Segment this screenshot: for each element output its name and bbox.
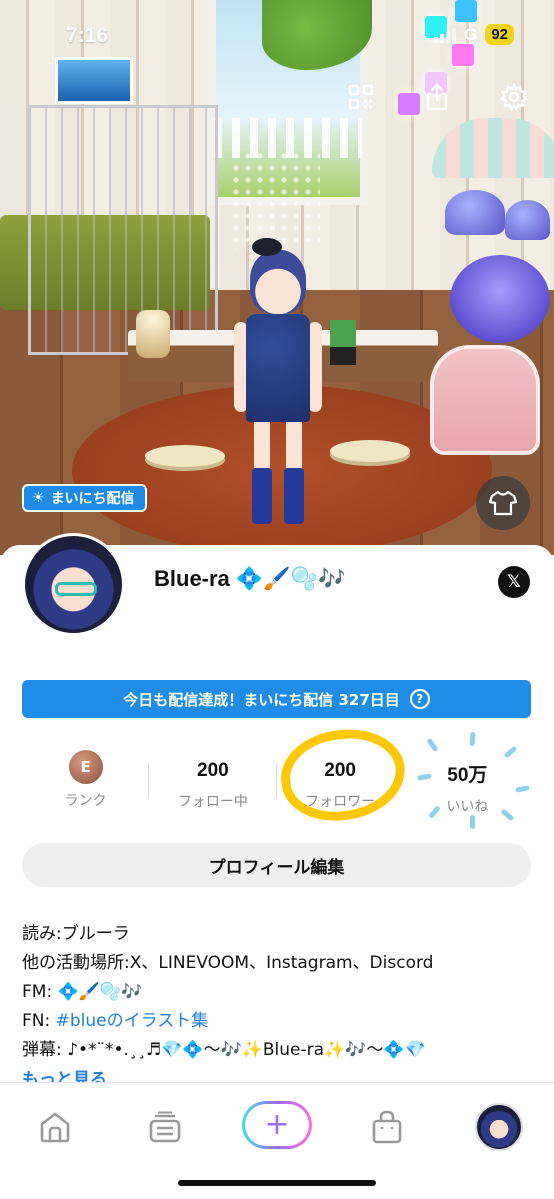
hashtag-link[interactable]: #blueのイラスト集	[56, 1011, 209, 1031]
daily-badge-label: まいにち配信	[50, 491, 135, 507]
shopping-bag-icon	[372, 1110, 402, 1144]
status-indicators: G 92	[434, 24, 514, 45]
stool	[145, 445, 225, 467]
potted-plant	[330, 320, 356, 365]
following-label: フォロー中	[177, 794, 248, 810]
tab-home[interactable]	[33, 1105, 77, 1149]
metal-shelf	[28, 105, 218, 355]
flower-vase	[136, 310, 170, 358]
stat-likes[interactable]: 50万 いいね	[404, 748, 531, 818]
rank-medal-icon: E	[68, 750, 103, 784]
tshirt-icon	[489, 490, 517, 516]
daily-streak-banner[interactable]: 今日も配信達成！まいにち配信 327日目 ?	[22, 680, 531, 718]
tab-feed[interactable]	[143, 1105, 187, 1149]
home-icon	[40, 1112, 70, 1143]
feed-icon	[149, 1111, 181, 1143]
qr-code-icon[interactable]	[344, 80, 378, 114]
bio-fn-prefix: FN:	[22, 1011, 56, 1031]
battery-indicator: 92	[485, 24, 514, 45]
avatar-character[interactable]	[228, 238, 328, 528]
bio-danmaku: 弾幕: ♪•*¨*•.¸¸♬💎💠〜🎶✨Blue-ra✨🎶〜💠💎	[22, 1040, 426, 1060]
neon-tile	[452, 44, 474, 66]
gear-icon[interactable]	[497, 80, 531, 114]
rank-label: ランク	[64, 793, 107, 809]
help-icon[interactable]: ?	[409, 689, 430, 709]
bio-activity: 他の活動場所:X、LINEVOOM、Instagram、Discord	[22, 953, 434, 973]
show-more-link[interactable]: もっと見る	[22, 1068, 107, 1082]
sun-icon: ☀	[32, 490, 45, 506]
bio-fm: FM: 💠🖌️🫧🎶	[22, 982, 143, 1002]
stat-following[interactable]: 200 フォロー中	[149, 748, 277, 818]
pink-chair	[430, 345, 540, 455]
purple-flowers	[450, 255, 550, 345]
share-icon[interactable]	[420, 80, 454, 114]
daily-stream-badge[interactable]: ☀ まいにち配信	[22, 484, 147, 512]
tab-post-button[interactable]: +	[242, 1101, 312, 1149]
avatar[interactable]	[22, 533, 125, 636]
signal-icon	[434, 27, 457, 43]
jellyfish-decoration	[505, 200, 550, 240]
profile-stats: E ランク 200 フォロー中 200 フォロワー 50万 いいね	[22, 748, 531, 818]
sparkle-mark	[470, 815, 475, 829]
stat-rank[interactable]: E ランク	[22, 748, 150, 818]
jellyfish-decoration	[445, 190, 505, 235]
outfit-button[interactable]	[476, 476, 530, 530]
likes-count: 50万	[447, 765, 488, 786]
tab-shop[interactable]	[365, 1105, 409, 1149]
following-count: 200	[197, 760, 229, 781]
room-scene[interactable]	[0, 0, 554, 555]
edit-profile-button[interactable]: プロフィール編集	[22, 843, 531, 887]
daily-banner-text: 今日も配信達成！まいにち配信 327日目	[123, 690, 400, 709]
ocean-painting	[55, 57, 133, 104]
tab-profile-avatar[interactable]	[475, 1103, 523, 1151]
bio-fn: FN: #blueのイラスト集	[22, 1007, 542, 1036]
neon-tile	[398, 93, 420, 115]
x-link-button[interactable]: 𝕏	[498, 566, 530, 598]
profile-username: Blue-ra 💠🖌️🫧🎶	[154, 566, 346, 591]
profile-bio: 読み:ブルーラ 他の活動場所:X、LINEVOOM、Instagram、Disc…	[22, 920, 542, 1065]
neon-tile	[455, 0, 477, 22]
home-indicator	[178, 1180, 376, 1186]
white-coral	[230, 150, 320, 250]
status-time: 7:16	[66, 24, 109, 47]
likes-label: いいね	[446, 799, 489, 815]
stool	[330, 440, 410, 462]
plus-icon: +	[245, 1104, 309, 1146]
bio-reading: 読み:ブルーラ	[22, 924, 130, 944]
network-label: G	[464, 24, 478, 44]
